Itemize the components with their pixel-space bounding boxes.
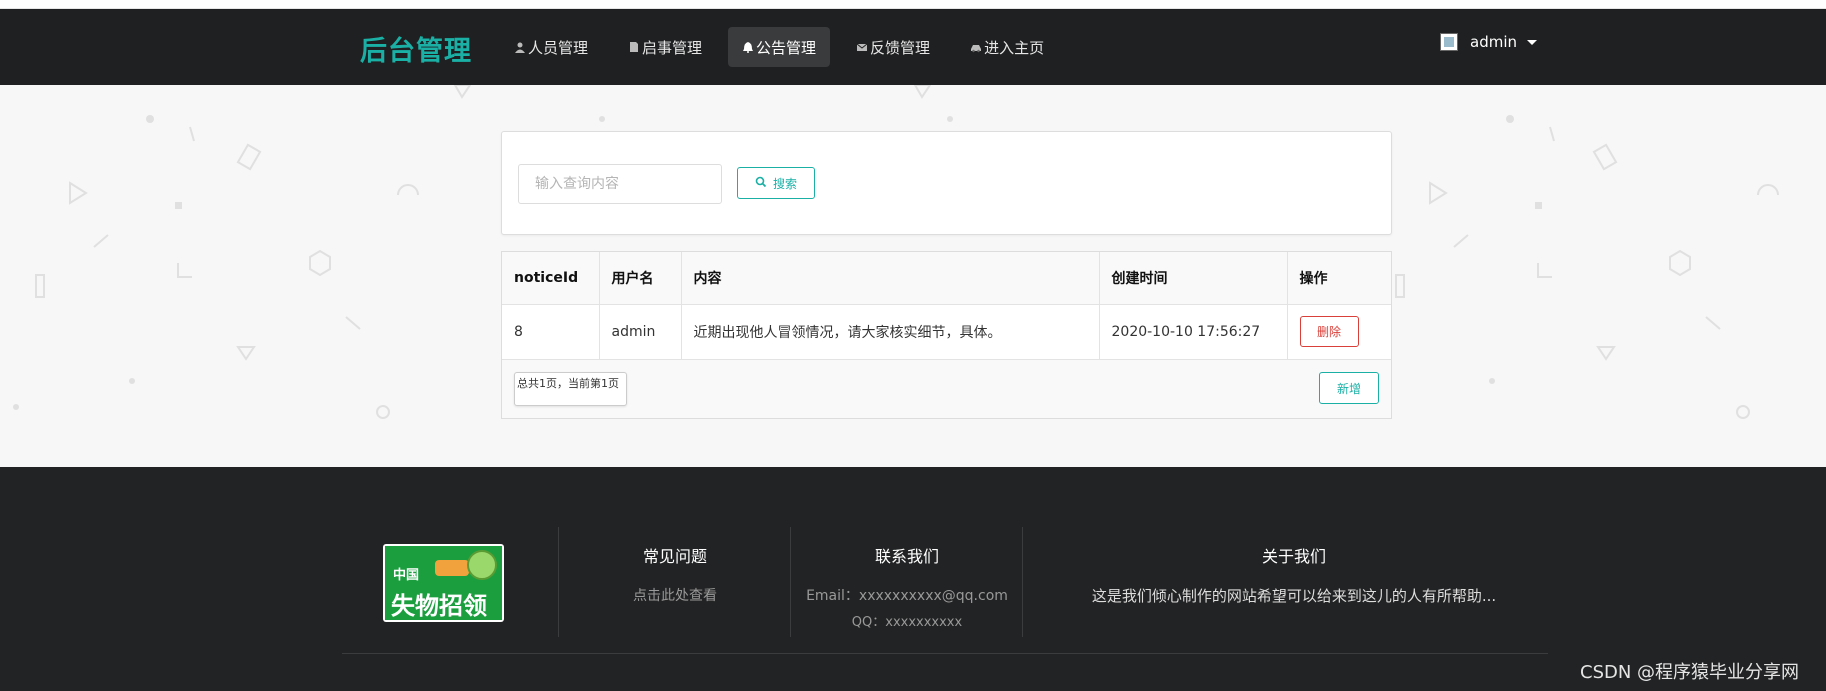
chevron-down-icon: [1527, 39, 1537, 45]
user-icon: [514, 41, 526, 53]
notice-table-panel: noticeId 用户名 内容 创建时间 操作 8 admin 近期出现他人冒领…: [501, 251, 1392, 419]
search-panel: 搜索: [501, 131, 1392, 235]
search-button-label: 搜索: [772, 176, 797, 191]
nav-item-feedback[interactable]: 反馈管理: [842, 27, 944, 67]
cell-noticeid: 8: [502, 304, 600, 359]
nav-item-home[interactable]: 进入主页: [956, 27, 1058, 67]
table-footer: 总共1页，当前第1页 新增: [502, 360, 1391, 418]
nav-label: 公告管理: [756, 38, 817, 57]
column-header-content[interactable]: 内容: [681, 252, 1100, 304]
search-button[interactable]: 搜索: [737, 167, 815, 199]
faq-title: 常见问题: [642, 547, 707, 566]
bell-icon: [742, 41, 754, 53]
logo-title: 失物招领: [391, 591, 487, 620]
bag-graphic: [435, 560, 469, 576]
nav-item-announcements[interactable]: 公告管理: [728, 27, 831, 67]
contact-qq: QQ：xxxxxxxxxx: [851, 615, 963, 630]
add-button[interactable]: 新增: [1319, 372, 1379, 404]
footer-divider: [790, 527, 791, 637]
main-nav: 人员管理 启事管理 公告管理 反馈管理 进入主页: [500, 27, 1070, 67]
column-header-action: 操作: [1299, 270, 1328, 287]
browser-top-strip: [0, 0, 1826, 9]
notice-table: noticeId 用户名 内容 创建时间 操作 8 admin 近期出现他人冒领…: [502, 252, 1391, 360]
contact-email: Email：xxxxxxxxxx@qq.com: [806, 588, 1008, 604]
nav-label: 人员管理: [528, 38, 589, 57]
delete-button[interactable]: 删除: [1299, 316, 1359, 347]
nav-label: 反馈管理: [870, 38, 931, 57]
logo-country: 中国: [393, 568, 420, 583]
footer-contact: 联系我们 Email：xxxxxxxxxx@qq.com QQ：xxxxxxxx…: [792, 527, 1022, 637]
top-navbar: 后台管理 人员管理 启事管理 公告管理 反馈管理 进入主页 admin: [0, 9, 1826, 85]
cell-username: admin: [599, 304, 682, 359]
search-icon: [755, 176, 767, 191]
watermark: CSDN @程序猿毕业分享网: [1580, 662, 1800, 683]
cell-created: 2020-10-10 17:56:27: [1099, 304, 1288, 359]
about-title: 关于我们: [1261, 547, 1326, 566]
footer-about: 关于我们 这是我们倾心制作的网站希望可以给来到这儿的人有所帮助...: [1024, 527, 1564, 637]
nav-label: 进入主页: [984, 38, 1045, 57]
contact-title: 联系我们: [874, 547, 939, 566]
footer-rule: [342, 653, 1548, 654]
file-icon: [628, 41, 640, 53]
footer-divider: [558, 527, 559, 637]
envelope-icon: [856, 41, 868, 53]
faq-link[interactable]: 点击此处查看: [560, 585, 790, 605]
cell-action: 删除: [1287, 304, 1391, 359]
about-text: 这是我们倾心制作的网站希望可以给来到这儿的人有所帮助...: [1091, 587, 1497, 605]
footer-divider: [1022, 527, 1023, 637]
footer-faq: 常见问题 点击此处查看: [560, 527, 790, 637]
column-header-created[interactable]: 创建时间: [1099, 252, 1288, 304]
main-content: 搜索 noticeId 用户名 内容 创建时间 操作 8 admin 近期出现他…: [0, 85, 1826, 467]
column-header-noticeid[interactable]: noticeId: [502, 252, 600, 304]
pagination-info[interactable]: 总共1页，当前第1页: [514, 372, 627, 406]
user-name: admin: [1470, 33, 1517, 51]
brand-title[interactable]: 后台管理: [360, 29, 472, 68]
column-header-username[interactable]: 用户名: [599, 252, 682, 304]
site-logo: 中国 失物招领: [383, 544, 504, 622]
nav-label: 启事管理: [642, 38, 703, 57]
user-menu[interactable]: admin: [1440, 33, 1537, 51]
table-row: 8 admin 近期出现他人冒领情况，请大家核实细节，具体。 2020-10-1…: [502, 304, 1391, 359]
nav-item-people[interactable]: 人员管理: [500, 27, 602, 67]
site-footer: 中国 失物招领 常见问题 点击此处查看 联系我们 Email：xxxxxxxxx…: [0, 467, 1826, 691]
search-input[interactable]: [518, 164, 722, 204]
car-icon: [970, 41, 982, 53]
mascot-graphic: [467, 550, 497, 580]
nav-item-notices[interactable]: 启事管理: [614, 27, 716, 67]
avatar: [1440, 33, 1458, 51]
table-header-row: noticeId 用户名 内容 创建时间 操作: [502, 252, 1391, 304]
cell-content: 近期出现他人冒领情况，请大家核实细节，具体。: [681, 304, 1100, 359]
